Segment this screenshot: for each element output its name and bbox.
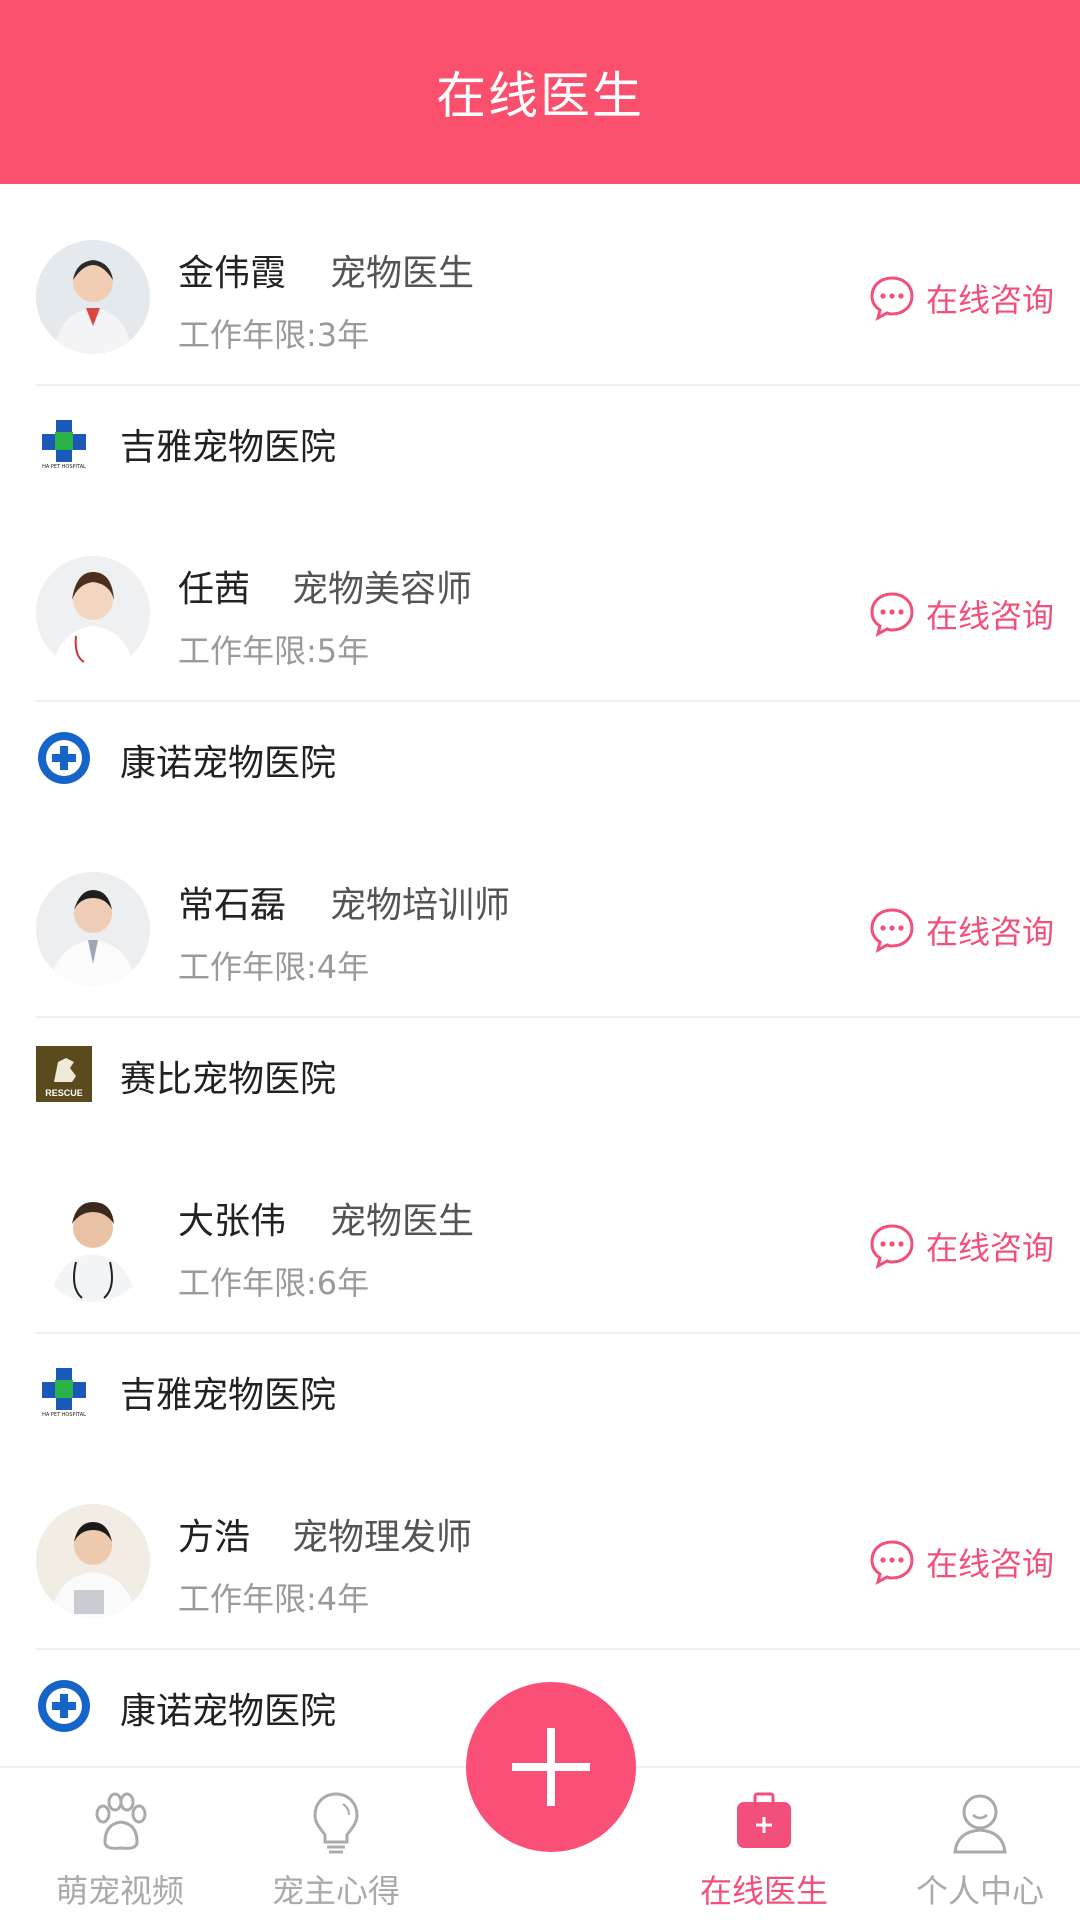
- consult-label: 在线咨询: [925, 1545, 1054, 1583]
- hospital-row[interactable]: HA PET HOSPITAL 吉雅宠物医院: [0, 386, 1080, 496]
- doctor-name: 金伟霞: [178, 253, 287, 294]
- chat-icon: [870, 1540, 914, 1585]
- doctor-name: 方浩: [178, 1517, 251, 1558]
- doctor-role: 宠物培训师: [330, 885, 511, 926]
- doctor-list[interactable]: 金伟霞 宠物医生 工作年限:3年 在线咨询 HA PET HOSPITAL 吉雅…: [0, 184, 1080, 1760]
- doctor-years: 工作年限:6年: [178, 1264, 370, 1302]
- hospital-name: 吉雅宠物医院: [120, 1375, 337, 1416]
- consult-button[interactable]: 在线咨询: [868, 906, 1054, 954]
- hospital-name: 吉雅宠物医院: [120, 427, 337, 468]
- chat-icon: [870, 908, 914, 953]
- tab-label: 萌宠视频: [55, 1872, 184, 1910]
- jiya-logo-icon: HA PET HOSPITAL: [36, 1362, 92, 1418]
- doctor-role: 宠物医生: [330, 1201, 475, 1242]
- avatar[interactable]: [36, 1188, 150, 1302]
- add-button[interactable]: [466, 1682, 636, 1852]
- chat-icon: [870, 592, 914, 637]
- hospital-name: 赛比宠物医院: [120, 1059, 337, 1100]
- avatar[interactable]: [36, 556, 150, 670]
- doctor-name: 常石磊: [178, 885, 287, 926]
- kangnuo-logo-icon: [36, 730, 92, 786]
- consult-button[interactable]: 在线咨询: [868, 1538, 1054, 1586]
- rescue-logo-text: RESCUE: [45, 1088, 83, 1098]
- avatar[interactable]: [36, 872, 150, 986]
- tab-owner-experience[interactable]: 宠主心得: [236, 1788, 436, 1912]
- doctor-card[interactable]: 金伟霞 宠物医生 工作年限:3年 在线咨询: [0, 184, 1080, 384]
- user-icon: [953, 1794, 1007, 1854]
- doctor-years: 工作年限:4年: [178, 948, 370, 986]
- doctor-years: 工作年限:3年: [178, 316, 370, 354]
- doctor-role: 宠物医生: [330, 253, 475, 294]
- jiya-logo-text: HA PET HOSPITAL: [42, 1412, 86, 1418]
- lightbulb-icon: [313, 1792, 359, 1854]
- doctor-years: 工作年限:4年: [178, 1580, 370, 1618]
- plus-icon: [512, 1728, 590, 1806]
- hospital-name: 康诺宠物医院: [120, 743, 337, 784]
- app-header: 在线医生: [0, 0, 1080, 184]
- doctor-card[interactable]: 任茜 宠物美容师 工作年限:5年 在线咨询: [0, 500, 1080, 700]
- doctor-role: 宠物美容师: [292, 569, 473, 610]
- consult-label: 在线咨询: [925, 913, 1054, 951]
- hospital-row[interactable]: 康诺宠物医院: [0, 702, 1080, 812]
- consult-label: 在线咨询: [925, 597, 1054, 635]
- doctor-years: 工作年限:5年: [178, 632, 370, 670]
- avatar[interactable]: [36, 240, 150, 354]
- hospital-name: 康诺宠物医院: [120, 1691, 337, 1732]
- doctor-card[interactable]: 大张伟 宠物医生 工作年限:6年 在线咨询: [0, 1132, 1080, 1332]
- doctor-role: 宠物理发师: [292, 1517, 473, 1558]
- page-title: 在线医生: [436, 67, 644, 125]
- chat-icon: [870, 276, 914, 321]
- jiya-logo-icon: HA PET HOSPITAL: [36, 414, 92, 470]
- rescue-logo-icon: RESCUE: [36, 1046, 92, 1102]
- chat-icon: [870, 1224, 914, 1269]
- avatar[interactable]: [36, 1504, 150, 1618]
- doctor-card[interactable]: 方浩 宠物理发师 工作年限:4年 在线咨询: [0, 1448, 1080, 1648]
- tab-label: 个人中心: [915, 1872, 1044, 1910]
- paw-icon: [95, 1792, 147, 1850]
- tab-label: 在线医生: [699, 1872, 828, 1910]
- doctor-card[interactable]: 常石磊 宠物培训师 工作年限:4年 在线咨询: [0, 816, 1080, 1016]
- jiya-logo-text: HA PET HOSPITAL: [42, 464, 86, 470]
- doctor-name: 任茜: [178, 569, 251, 610]
- tab-personal-center[interactable]: 个人中心: [880, 1788, 1080, 1912]
- kangnuo-logo-icon: [36, 1678, 92, 1734]
- consult-label: 在线咨询: [925, 281, 1054, 319]
- consult-button[interactable]: 在线咨询: [868, 590, 1054, 638]
- tab-label: 宠主心得: [271, 1872, 400, 1910]
- doctor-name: 大张伟: [178, 1201, 287, 1242]
- consult-button[interactable]: 在线咨询: [868, 1222, 1054, 1270]
- hospital-row[interactable]: RESCUE 赛比宠物医院: [0, 1018, 1080, 1128]
- consult-button[interactable]: 在线咨询: [868, 274, 1054, 322]
- tab-pet-videos[interactable]: 萌宠视频: [20, 1788, 220, 1912]
- medkit-icon: [737, 1792, 791, 1848]
- consult-label: 在线咨询: [925, 1229, 1054, 1267]
- hospital-row[interactable]: HA PET HOSPITAL 吉雅宠物医院: [0, 1334, 1080, 1444]
- tab-online-doctors[interactable]: 在线医生: [664, 1788, 864, 1912]
